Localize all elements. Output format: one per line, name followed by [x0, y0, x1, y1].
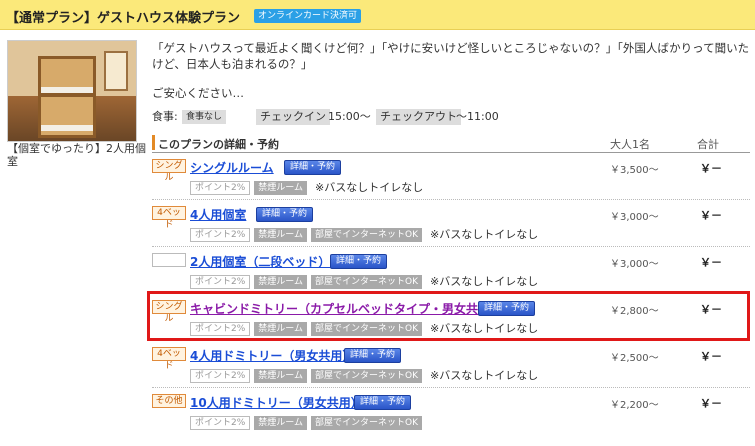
nonsmoking-chip: 禁煙ルーム [254, 181, 308, 195]
detail-reserve-button[interactable]: 詳細・予約 [256, 207, 314, 222]
column-header-adult: 大人1名 [610, 138, 650, 151]
room-note: ※バスなしトイレなし [315, 181, 424, 194]
internet-chip: 部屋でインターネットOK [311, 228, 423, 242]
detail-reserve-button[interactable]: 詳細・予約 [284, 160, 342, 175]
room-features: ポイント2% 禁煙ルーム ※バスなしトイレなし [190, 181, 423, 195]
room-note: ※バスなしトイレなし [430, 228, 539, 241]
detail-reserve-button[interactable]: 詳細・予約 [330, 254, 388, 269]
room-type-badge: シングル [152, 159, 186, 183]
room-name-link[interactable]: 4人用ドミトリー（男女共用） [190, 347, 354, 364]
selected-row-highlight [147, 291, 750, 341]
total-price: ￥－ [700, 256, 722, 269]
checkin-label: チェックイン [256, 109, 330, 125]
point-chip: ポイント2% [190, 181, 251, 195]
internet-chip: 部屋でインターネットOK [311, 275, 423, 289]
point-chip: ポイント2% [190, 228, 251, 242]
plan-detail-section-header: このプランの詳細・予約 大人1名 合計 [152, 133, 750, 153]
total-price: ￥－ [700, 209, 722, 222]
nonsmoking-chip: 禁煙ルーム [254, 369, 308, 383]
section-accent-bar [152, 135, 155, 150]
plan-reassure-text: ご安心ください… [152, 86, 244, 100]
point-chip: ポイント2% [190, 275, 251, 289]
checkin-value: 15:00～ [328, 110, 371, 123]
room-name-link[interactable]: 4人用個室 [190, 206, 246, 223]
total-price: ￥－ [700, 350, 722, 363]
nonsmoking-chip: 禁煙ルーム [254, 228, 308, 242]
meal-label: 食事: [152, 110, 178, 123]
room-row: 4ベッド 4人用ドミトリー（男女共用） 詳細・予約 ￥2,500～ ￥－ ポイン… [152, 342, 750, 388]
point-chip: ポイント2% [190, 416, 251, 430]
photo-caption: 【個室でゆったり】2人用個室 [7, 142, 146, 168]
room-note: ※バスなしトイレなし [430, 275, 539, 288]
meal-value: 食事なし [182, 110, 227, 124]
room-features: ポイント2% 禁煙ルーム 部屋でインターネットOK [190, 416, 426, 430]
room-features: ポイント2% 禁煙ルーム 部屋でインターネットOK ※バスなしトイレなし [190, 369, 538, 383]
nonsmoking-chip: 禁煙ルーム [254, 416, 308, 430]
plan-header: 【通常プラン】ゲストハウス体験プラン オンラインカード決済可 [0, 0, 755, 30]
room-name-link[interactable]: シングルルーム [190, 159, 274, 176]
room-features: ポイント2% 禁煙ルーム 部屋でインターネットOK ※バスなしトイレなし [190, 275, 538, 289]
room-row: シングル シングルルーム 詳細・予約 ￥3,500～ ￥－ ポイント2% 禁煙ルー… [152, 154, 750, 200]
room-row: 4ベッド 4人用個室 詳細・予約 ￥3,000～ ￥－ ポイント2% 禁煙ルーム部… [152, 201, 750, 247]
room-features: ポイント2% 禁煙ルーム 部屋でインターネットOK ※バスなしトイレなし [190, 228, 538, 242]
total-price: ￥－ [700, 162, 722, 175]
room-type-badge [152, 253, 186, 267]
room-note: ※バスなしトイレなし [430, 369, 539, 382]
internet-chip: 部屋でインターネットOK [311, 416, 423, 430]
checkout-value: ～11:00 [456, 110, 499, 123]
adult-price: ￥3,000～ [610, 259, 659, 270]
detail-reserve-button[interactable]: 詳細・予約 [354, 395, 412, 410]
adult-price: ￥2,500～ [610, 353, 659, 364]
adult-price: ￥3,500～ [610, 165, 659, 176]
adult-price: ￥3,000～ [610, 212, 659, 223]
online-card-badge: オンラインカード決済可 [254, 9, 362, 23]
room-type-badge: その他 [152, 394, 186, 408]
room-row: その他 10人用ドミトリー（男女共用） 詳細・予約 ￥2,200～ ￥－ ポイン… [152, 389, 750, 435]
detail-reserve-button[interactable]: 詳細・予約 [344, 348, 402, 363]
internet-chip: 部屋でインターネットOK [311, 369, 423, 383]
adult-price: ￥2,200～ [610, 400, 659, 411]
room-name-link[interactable]: 10人用ドミトリー（男女共用） [190, 394, 363, 411]
plan-title: 【通常プラン】ゲストハウス体験プラン [6, 11, 241, 26]
room-type-badge: 4ベッド [152, 347, 186, 371]
section-title: このプランの詳細・予約 [158, 138, 279, 151]
room-name-link[interactable]: 2人用個室（二段ベッド） [190, 253, 330, 270]
column-header-total: 合計 [697, 138, 719, 151]
nonsmoking-chip: 禁煙ルーム [254, 275, 308, 289]
room-row: 2人用個室（二段ベッド） 詳細・予約 ￥3,000～ ￥－ ポイント2% 禁煙ルー… [152, 248, 750, 294]
room-photo[interactable] [7, 40, 137, 142]
room-type-badge: 4ベッド [152, 206, 186, 230]
plan-description: 「ゲストハウスって最近よく聞くけど何？」「やけに安いけど怪しいところじゃないの？… [152, 41, 750, 71]
total-price: ￥－ [700, 397, 722, 410]
checkout-label: チェックアウト [376, 109, 461, 125]
point-chip: ポイント2% [190, 369, 251, 383]
